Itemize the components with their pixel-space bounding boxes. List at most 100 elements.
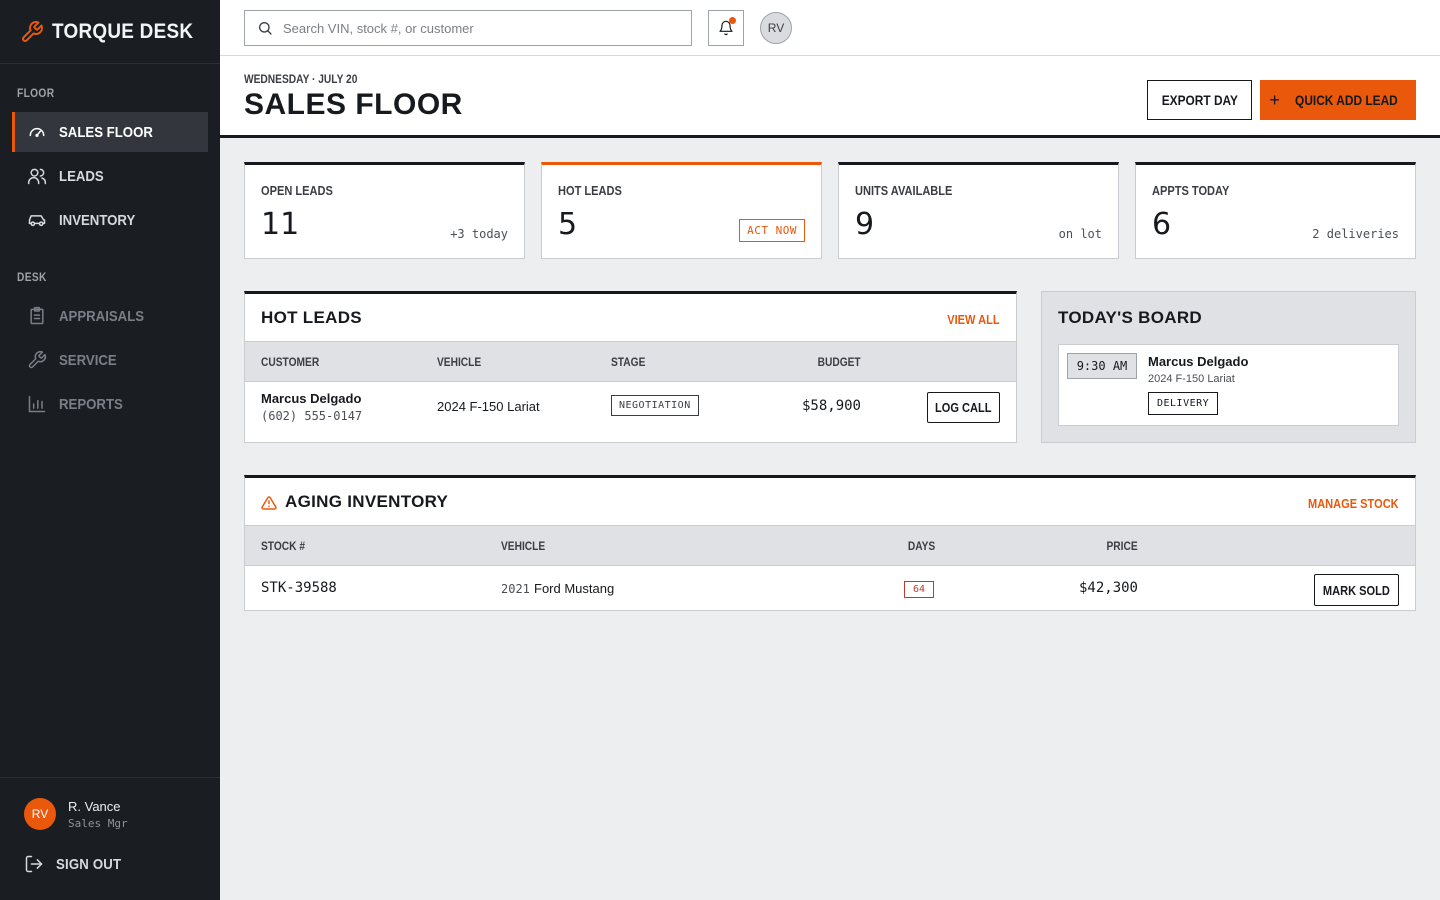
- quick-add-lead-button[interactable]: + QUICK ADD LEAD: [1260, 80, 1416, 120]
- sidebar-item-label: REPORTS: [59, 395, 123, 413]
- sidebar: TORQUE DESK FLOOR SALES FLOOR LEADS INVE…: [0, 0, 220, 900]
- customer-name: Marcus Delgado: [261, 391, 362, 406]
- export-day-label: EXPORT DAY: [1161, 92, 1238, 108]
- user-avatar-button[interactable]: RV: [760, 12, 792, 44]
- act-now-badge: ACT NOW: [739, 219, 805, 242]
- board-item[interactable]: 9:30 AM Marcus Delgado 2024 F-150 Lariat…: [1058, 344, 1399, 426]
- kpi-units-available[interactable]: UNITS AVAILABLE 9 on lot: [838, 162, 1119, 259]
- kpi-value: 6: [1152, 207, 1172, 242]
- sign-out-label: SIGN OUT: [56, 855, 122, 873]
- vehicle-model: Ford Mustang: [534, 581, 615, 596]
- kpi-label: UNITS AVAILABLE: [855, 183, 953, 198]
- user-profile[interactable]: RV R. Vance Sales Mgr: [0, 778, 220, 830]
- kpi-label: APPTS TODAY: [1152, 183, 1230, 198]
- kpi-open-leads[interactable]: OPEN LEADS 11 +3 today: [244, 162, 525, 259]
- search-input[interactable]: [283, 20, 683, 36]
- search-box[interactable]: [244, 10, 692, 46]
- vehicle: 2024 F-150 Lariat: [437, 399, 540, 414]
- delivery-badge: DELIVERY: [1148, 392, 1219, 415]
- nav-section-desk: DESK: [17, 270, 47, 284]
- col-vehicle: VEHICLE: [501, 539, 546, 553]
- view-all-label: VIEW ALL: [947, 312, 1000, 327]
- kpi-appts-today[interactable]: APPTS TODAY 6 2 deliveries: [1135, 162, 1416, 259]
- manage-stock-label: MANAGE STOCK: [1308, 496, 1399, 511]
- nav-section-floor: FLOOR: [17, 86, 55, 100]
- mark-sold-button[interactable]: MARK SOLD: [1314, 574, 1399, 606]
- sidebar-item-leads[interactable]: LEADS: [12, 156, 208, 196]
- page-header: WEDNESDAY · JULY 20 SALES FLOOR EXPORT D…: [220, 56, 1440, 138]
- sidebar-item-label: INVENTORY: [59, 211, 136, 229]
- search-icon: [259, 22, 272, 35]
- sidebar-footer: RV R. Vance Sales Mgr SIGN OUT: [0, 777, 220, 900]
- view-all-link[interactable]: VIEW ALL: [938, 312, 1000, 327]
- board-customer: Marcus Delgado: [1148, 354, 1249, 369]
- budget: $58,900: [801, 398, 861, 414]
- top-bar: RV: [220, 0, 1440, 56]
- col-customer: CUSTOMER: [261, 355, 320, 369]
- sidebar-item-label: SERVICE: [59, 351, 117, 369]
- time-badge: 9:30 AM: [1067, 353, 1137, 379]
- kpi-label: HOT LEADS: [558, 183, 622, 198]
- clipboard-icon: [30, 306, 44, 325]
- kpi-value: 9: [855, 207, 875, 242]
- hot-leads-panel: HOT LEADS VIEW ALL CUSTOMER VEHICLE STAG…: [244, 291, 1017, 443]
- board-vehicle: 2024 F-150 Lariat: [1148, 373, 1235, 385]
- users-icon: [27, 168, 47, 185]
- panel-title: HOT LEADS: [261, 308, 362, 327]
- user-role: Sales Mgr: [68, 816, 128, 830]
- col-stage: STAGE: [611, 355, 646, 369]
- avatar: RV: [24, 798, 56, 830]
- page-date: WEDNESDAY · JULY 20: [244, 72, 358, 86]
- sidebar-item-label: SALES FLOOR: [59, 123, 153, 141]
- col-stock: STOCK #: [261, 539, 306, 553]
- table-header: STOCK # VEHICLE DAYS PRICE: [245, 525, 1415, 566]
- kpi-value: 5: [558, 207, 578, 242]
- days-badge: 64: [904, 581, 935, 598]
- bar-chart-icon: [28, 395, 46, 413]
- manage-stock-link[interactable]: MANAGE STOCK: [1292, 496, 1399, 511]
- kpi-hot-leads[interactable]: HOT LEADS 5 ACT NOW: [541, 162, 822, 259]
- aging-inventory-panel: AGING INVENTORY MANAGE STOCK STOCK # VEH…: [244, 475, 1416, 611]
- sidebar-item-service[interactable]: SERVICE: [12, 340, 208, 380]
- quick-add-lead-label: QUICK ADD LEAD: [1294, 92, 1398, 108]
- kpi-value: 11: [261, 207, 300, 242]
- stage-badge: NEGOTIATION: [611, 395, 699, 416]
- sidebar-item-sales-floor[interactable]: SALES FLOOR: [12, 112, 208, 152]
- brand[interactable]: TORQUE DESK: [0, 0, 220, 64]
- plus-icon: +: [1269, 89, 1280, 110]
- table-header: CUSTOMER VEHICLE STAGE BUDGET: [245, 341, 1016, 382]
- price: $42,300: [1078, 580, 1138, 596]
- stock-number: STK-39588: [261, 580, 337, 596]
- col-vehicle: VEHICLE: [437, 355, 482, 369]
- col-price: PRICE: [1106, 539, 1138, 553]
- kpi-note: 2 deliveries: [1312, 227, 1399, 241]
- app-name: TORQUE DESK: [52, 19, 194, 43]
- panel-title: AGING INVENTORY: [285, 492, 449, 511]
- sidebar-item-reports[interactable]: REPORTS: [12, 384, 208, 424]
- export-day-button[interactable]: EXPORT DAY: [1147, 80, 1252, 120]
- notification-dot: [729, 17, 736, 24]
- car-icon: [28, 215, 46, 227]
- vehicle-year: 2021: [501, 582, 530, 596]
- sidebar-item-label: APPRAISALS: [59, 307, 145, 325]
- log-call-button[interactable]: LOG CALL: [927, 392, 1000, 423]
- board-title: TODAY'S BOARD: [1058, 308, 1202, 327]
- sign-out-icon: [25, 855, 43, 873]
- kpi-note: +3 today: [450, 227, 508, 241]
- gauge-icon: [29, 127, 45, 137]
- col-budget: BUDGET: [817, 355, 861, 369]
- kpi-note: on lot: [1058, 227, 1102, 241]
- sidebar-item-inventory[interactable]: INVENTORY: [12, 200, 208, 240]
- notifications-button[interactable]: [708, 10, 744, 46]
- wrench-logo-icon: [22, 20, 43, 42]
- customer-phone: (602) 555-0147: [261, 409, 363, 423]
- log-call-label: LOG CALL: [935, 400, 992, 415]
- sign-out-button[interactable]: SIGN OUT: [0, 830, 220, 874]
- mark-sold-label: MARK SOLD: [1323, 582, 1390, 598]
- kpi-label: OPEN LEADS: [261, 183, 333, 198]
- page-title: SALES FLOOR: [244, 88, 463, 121]
- sidebar-item-appraisals[interactable]: APPRAISALS: [12, 296, 208, 336]
- user-name: R. Vance: [68, 798, 121, 814]
- sidebar-item-label: LEADS: [59, 167, 104, 185]
- wrench-icon: [28, 350, 47, 369]
